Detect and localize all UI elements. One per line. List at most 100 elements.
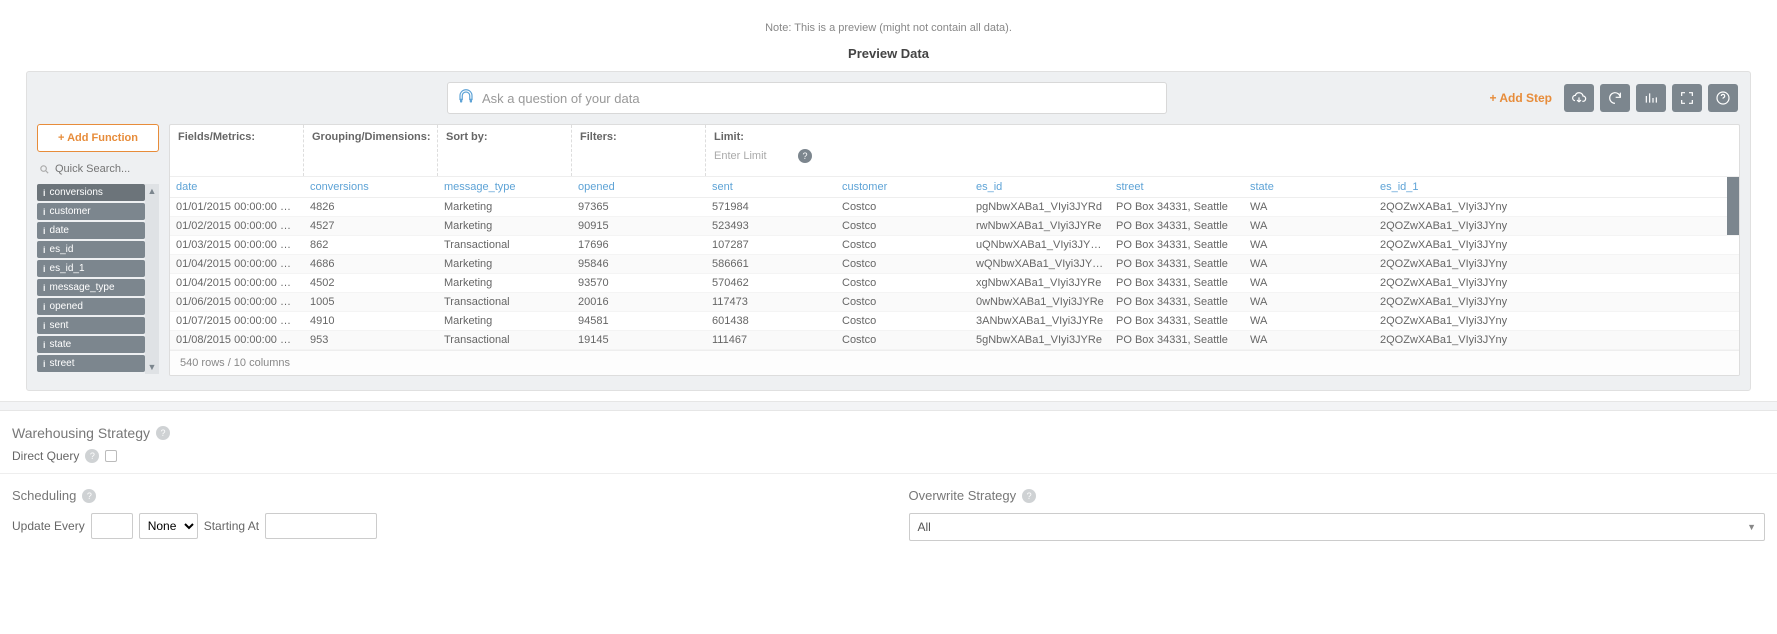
cell-opened: 17696 [572, 236, 706, 255]
config-row: Fields/Metrics: Grouping/Dimensions: Sor… [170, 125, 1739, 177]
cell-date: 01/01/2015 00:00:00 PST [170, 198, 304, 217]
direct-query-row: Direct Query ? [12, 449, 1765, 463]
help-icon[interactable]: ? [85, 449, 99, 463]
cell-street: PO Box 34331, Seattle [1110, 312, 1244, 331]
column-header-sent[interactable]: sent [706, 177, 836, 198]
help-icon[interactable]: ? [1022, 489, 1036, 503]
field-item-street[interactable]: istreet [37, 355, 145, 372]
column-header-street[interactable]: street [1110, 177, 1244, 198]
cell-state: WA [1244, 255, 1374, 274]
column-header-es_id[interactable]: es_id [970, 177, 1110, 198]
scheduling-title: Scheduling ? [12, 488, 96, 503]
table-row[interactable]: 01/04/2015 00:00:00 PST4686Marketing9584… [170, 255, 1739, 274]
ask-input[interactable] [447, 82, 1167, 114]
help-icon[interactable]: ? [156, 426, 170, 440]
field-item-message_type[interactable]: imessage_type [37, 279, 145, 296]
cell-es_id_1: 2QOZwXABa1_VIyi3JYny [1374, 274, 1739, 293]
chevron-down-icon: ▼ [1747, 522, 1756, 532]
cell-es_id_1: 2QOZwXABa1_VIyi3JYny [1374, 255, 1739, 274]
cell-state: WA [1244, 312, 1374, 331]
starting-at-label: Starting At [204, 519, 259, 533]
update-unit-select[interactable]: None [139, 513, 198, 539]
direct-query-checkbox[interactable] [105, 450, 117, 462]
field-item-state[interactable]: istate [37, 336, 145, 353]
column-header-date[interactable]: date [170, 177, 304, 198]
starting-at-input[interactable] [265, 513, 377, 539]
cell-es_id_1: 2QOZwXABa1_VIyi3JYny [1374, 217, 1739, 236]
sidebar: + Add Function iconversions icustomer idat… [37, 124, 159, 376]
scroll-up-icon[interactable]: ▲ [145, 184, 159, 198]
config-sortby[interactable]: Sort by: [438, 125, 572, 176]
table-row[interactable]: 01/04/2015 00:00:00 PST4502Marketing9357… [170, 274, 1739, 293]
limit-help-icon[interactable]: ? [798, 149, 812, 163]
cell-message_type: Marketing [438, 274, 572, 293]
ask-wrapper [447, 82, 1167, 114]
table-row[interactable]: 01/06/2015 00:00:00 PST1005Transactional… [170, 293, 1739, 312]
fullscreen-button[interactable] [1672, 84, 1702, 112]
cell-conversions: 4910 [304, 312, 438, 331]
config-filters[interactable]: Filters: [572, 125, 706, 176]
cell-sent: 107287 [706, 236, 836, 255]
add-function-button[interactable]: + Add Function [37, 124, 159, 152]
cell-state: WA [1244, 236, 1374, 255]
chart-view-button[interactable] [1636, 84, 1666, 112]
config-grouping[interactable]: Grouping/Dimensions: [304, 125, 438, 176]
column-header-opened[interactable]: opened [572, 177, 706, 198]
table-row[interactable]: 01/02/2015 00:00:00 PST4527Marketing9091… [170, 217, 1739, 236]
field-item-sent[interactable]: isent [37, 317, 145, 334]
limit-input[interactable] [714, 147, 792, 165]
table-row[interactable]: 01/03/2015 00:00:00 PST862Transactional1… [170, 236, 1739, 255]
help-icon[interactable]: ? [82, 489, 96, 503]
refresh-button[interactable] [1600, 84, 1630, 112]
field-item-es_id_1[interactable]: ies_id_1 [37, 260, 145, 277]
update-every-label: Update Every [12, 519, 85, 533]
cell-date: 01/02/2015 00:00:00 PST [170, 217, 304, 236]
field-item-conversions[interactable]: iconversions [37, 184, 145, 201]
cell-sent: 571984 [706, 198, 836, 217]
cell-street: PO Box 34331, Seattle [1110, 217, 1244, 236]
table-row[interactable]: 01/01/2015 00:00:00 PST4826Marketing9736… [170, 198, 1739, 217]
field-item-date[interactable]: idate [37, 222, 145, 239]
cell-sent: 601438 [706, 312, 836, 331]
column-header-conversions[interactable]: conversions [304, 177, 438, 198]
column-header-state[interactable]: state [1244, 177, 1374, 198]
field-item-customer[interactable]: icustomer [37, 203, 145, 220]
update-every-input[interactable] [91, 513, 133, 539]
cell-sent: 570462 [706, 274, 836, 293]
field-list-scrollbar[interactable]: ▲ ▼ [145, 184, 159, 374]
config-fields-metrics[interactable]: Fields/Metrics: [170, 125, 304, 176]
cell-es_id_1: 2QOZwXABa1_VIyi3JYny [1374, 198, 1739, 217]
cell-street: PO Box 34331, Seattle [1110, 198, 1244, 217]
quick-search-input[interactable] [37, 158, 159, 180]
cloud-download-button[interactable] [1564, 84, 1594, 112]
column-header-es_id_1[interactable]: es_id_1 [1374, 177, 1739, 198]
scroll-down-icon[interactable]: ▼ [145, 360, 159, 374]
scheduling-section: Scheduling ? Update Every None Starting … [12, 488, 869, 541]
help-button[interactable] [1708, 84, 1738, 112]
field-item-opened[interactable]: iopened [37, 298, 145, 315]
table-row[interactable]: 01/08/2015 00:00:00 PST953Transactional1… [170, 331, 1739, 350]
cell-es_id_1: 2QOZwXABa1_VIyi3JYny [1374, 293, 1739, 312]
cell-message_type: Marketing [438, 312, 572, 331]
table-scrollbar[interactable] [1727, 177, 1739, 235]
field-item-es_id[interactable]: ies_id [37, 241, 145, 258]
cell-message_type: Transactional [438, 293, 572, 312]
cell-message_type: Marketing [438, 198, 572, 217]
table-area: Fields/Metrics: Grouping/Dimensions: Sor… [169, 124, 1740, 376]
overwrite-select[interactable]: All ▼ [909, 513, 1766, 541]
cell-sent: 586661 [706, 255, 836, 274]
cell-street: PO Box 34331, Seattle [1110, 274, 1244, 293]
cell-sent: 111467 [706, 331, 836, 350]
table-row[interactable]: 01/07/2015 00:00:00 PST4910Marketing9458… [170, 312, 1739, 331]
cell-opened: 94581 [572, 312, 706, 331]
cell-date: 01/08/2015 00:00:00 PST [170, 331, 304, 350]
add-step-button[interactable]: + Add Step [1483, 87, 1558, 109]
column-header-message_type[interactable]: message_type [438, 177, 572, 198]
cell-es_id_1: 2QOZwXABa1_VIyi3JYny [1374, 312, 1739, 331]
cell-customer: Costco [836, 312, 970, 331]
overwrite-section: Overwrite Strategy ? All ▼ [909, 488, 1766, 541]
column-header-customer[interactable]: customer [836, 177, 970, 198]
cell-conversions: 4826 [304, 198, 438, 217]
overwrite-value: All [918, 520, 931, 534]
cell-conversions: 4686 [304, 255, 438, 274]
